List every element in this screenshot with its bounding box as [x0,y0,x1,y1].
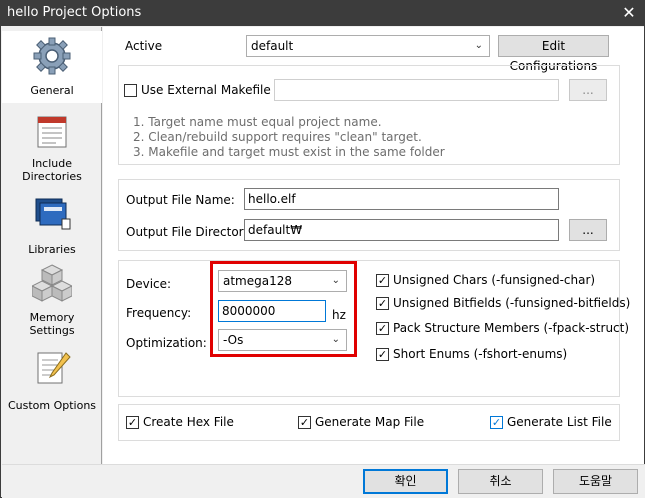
use-external-makefile-checkbox[interactable] [124,84,137,97]
makefile-note: 3. Makefile and target must exist in the… [133,145,445,159]
title-bar: hello Project Options ✕ [1,1,644,26]
general-options-panel: Active default ⌄ Edit Configurations Use… [103,27,644,464]
device-label: Device: [126,277,172,291]
flag-label: Short Enums (-fshort-enums) [393,347,568,361]
edit-configurations-button[interactable]: Edit Configurations [498,35,609,73]
memory-settings-icon [32,264,72,302]
sidebar-item-label: Memory [29,311,75,324]
output-file-name-label: Output File Name: [126,193,235,207]
active-config-value: default [251,39,294,53]
flag-label: Unsigned Bitfields (-funsigned-bitfields… [393,296,631,310]
frequency-label: Frequency: [126,306,192,320]
sidebar-item-general[interactable]: General [2,31,102,103]
output-directory-label: Output File Directory: [126,225,254,239]
options-sidebar: General Include Directories Libraries Me… [2,27,102,464]
project-options-window: hello Project Options ✕ General Include … [0,0,645,498]
sidebar-item-label: General [30,84,74,97]
sidebar-item-label: Include [31,157,73,170]
create-hex-checkbox[interactable]: ✓ [126,416,139,429]
cancel-button[interactable]: 취소 [458,469,543,494]
window-title: hello Project Options [7,5,142,20]
optimization-label: Optimization: [126,336,207,350]
makefile-path-input[interactable] [274,79,559,101]
ok-button[interactable]: 확인 [363,469,448,494]
makefile-note: 2. Clean/rebuild support requires "clean… [133,130,422,144]
generate-list-label: Generate List File [507,415,612,429]
active-label: Active [125,39,163,53]
output-directory-input[interactable]: default₩ [244,219,559,241]
gear-icon [33,37,71,75]
sidebar-item-memory-settings[interactable]: Memory Settings [2,263,102,339]
flag-checkbox[interactable]: ✓ [376,348,389,361]
help-button[interactable]: 도움말 [553,469,638,494]
output-file-name-input[interactable]: hello.elf [244,188,559,210]
flag-checkbox[interactable]: ✓ [376,274,389,287]
sidebar-item-label: Libraries [28,243,76,256]
libraries-icon [35,198,71,230]
include-directories-icon [37,116,67,148]
device-highlight-box [210,261,357,357]
output-directory-browse-button[interactable]: ... [569,219,607,241]
sidebar-item-libraries[interactable]: Libraries [2,193,102,256]
close-icon[interactable]: ✕ [614,1,644,26]
makefile-browse-button[interactable]: ... [569,79,607,101]
flag-label: Unsigned Chars (-funsigned-char) [393,273,596,287]
generate-list-checkbox[interactable]: ✓ [490,416,503,429]
dialog-footer: 확인 취소 도움말 [2,464,645,498]
sidebar-item-label: Custom Options [7,399,97,412]
flag-checkbox[interactable]: ✓ [376,297,389,310]
active-config-select[interactable]: default ⌄ [246,35,490,57]
generate-map-checkbox[interactable]: ✓ [298,416,311,429]
custom-options-icon [37,352,71,384]
chevron-down-icon: ⌄ [474,40,483,51]
makefile-notes: 1. Target name must equal project name. … [133,115,445,160]
use-external-makefile-label: Use External Makefile [141,83,271,97]
sidebar-item-include-directories[interactable]: Include Directories [2,113,102,183]
flag-checkbox[interactable]: ✓ [376,322,389,335]
sidebar-item-label: Settings [29,324,75,337]
generate-map-label: Generate Map File [315,415,425,429]
sidebar-item-label: Directories [22,170,82,183]
makefile-note: 1. Target name must equal project name. [133,115,382,129]
flag-label: Pack Structure Members (-fpack-struct) [393,321,630,335]
sidebar-item-custom-options[interactable]: Custom Options [2,349,102,412]
create-hex-label: Create Hex File [143,415,234,429]
